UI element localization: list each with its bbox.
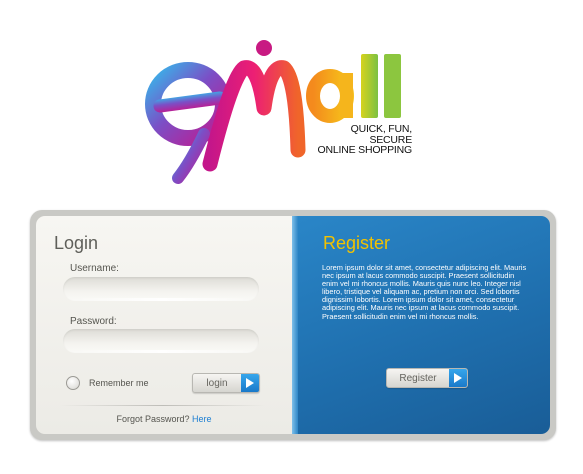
username-input-shine — [75, 298, 251, 301]
register-title: Register — [323, 233, 391, 253]
login-title: Login — [54, 233, 99, 253]
remember-me-radio[interactable] — [66, 376, 80, 390]
username-label: Username: — [70, 263, 119, 274]
password-label: Password: — [70, 316, 117, 327]
forgot-password-text: Forgot Password? — [116, 414, 190, 424]
tagline-line-3: ONLINE SHOPPING — [317, 144, 413, 156]
register-description: Lorem ipsum dolor sit amet, consectetur … — [322, 263, 527, 321]
forgot-password-row: Forgot Password? Here — [36, 414, 292, 424]
password-input-shine — [75, 350, 251, 353]
forgot-password-link[interactable]: Here — [192, 414, 212, 424]
register-button[interactable]: Register — [386, 368, 468, 388]
play-arrow-icon — [241, 374, 259, 392]
register-button-label: Register — [399, 372, 437, 384]
logo-tagline: QUICK, FUN, SECURE ONLINE SHOPPING — [286, 123, 413, 156]
logo-letter-m — [202, 40, 306, 172]
emall-logo-graphic — [145, 40, 401, 184]
logo-letter-a — [306, 69, 354, 123]
logo-letters-ll — [361, 54, 401, 118]
login-button[interactable]: login — [192, 373, 260, 393]
play-arrow-icon — [449, 369, 467, 387]
register-pane-edge — [292, 216, 298, 434]
tagline-line-1: QUICK, FUN, — [350, 123, 413, 135]
login-button-label: login — [206, 377, 228, 389]
login-divider — [60, 405, 265, 406]
remember-me-label: Remember me — [89, 378, 149, 388]
